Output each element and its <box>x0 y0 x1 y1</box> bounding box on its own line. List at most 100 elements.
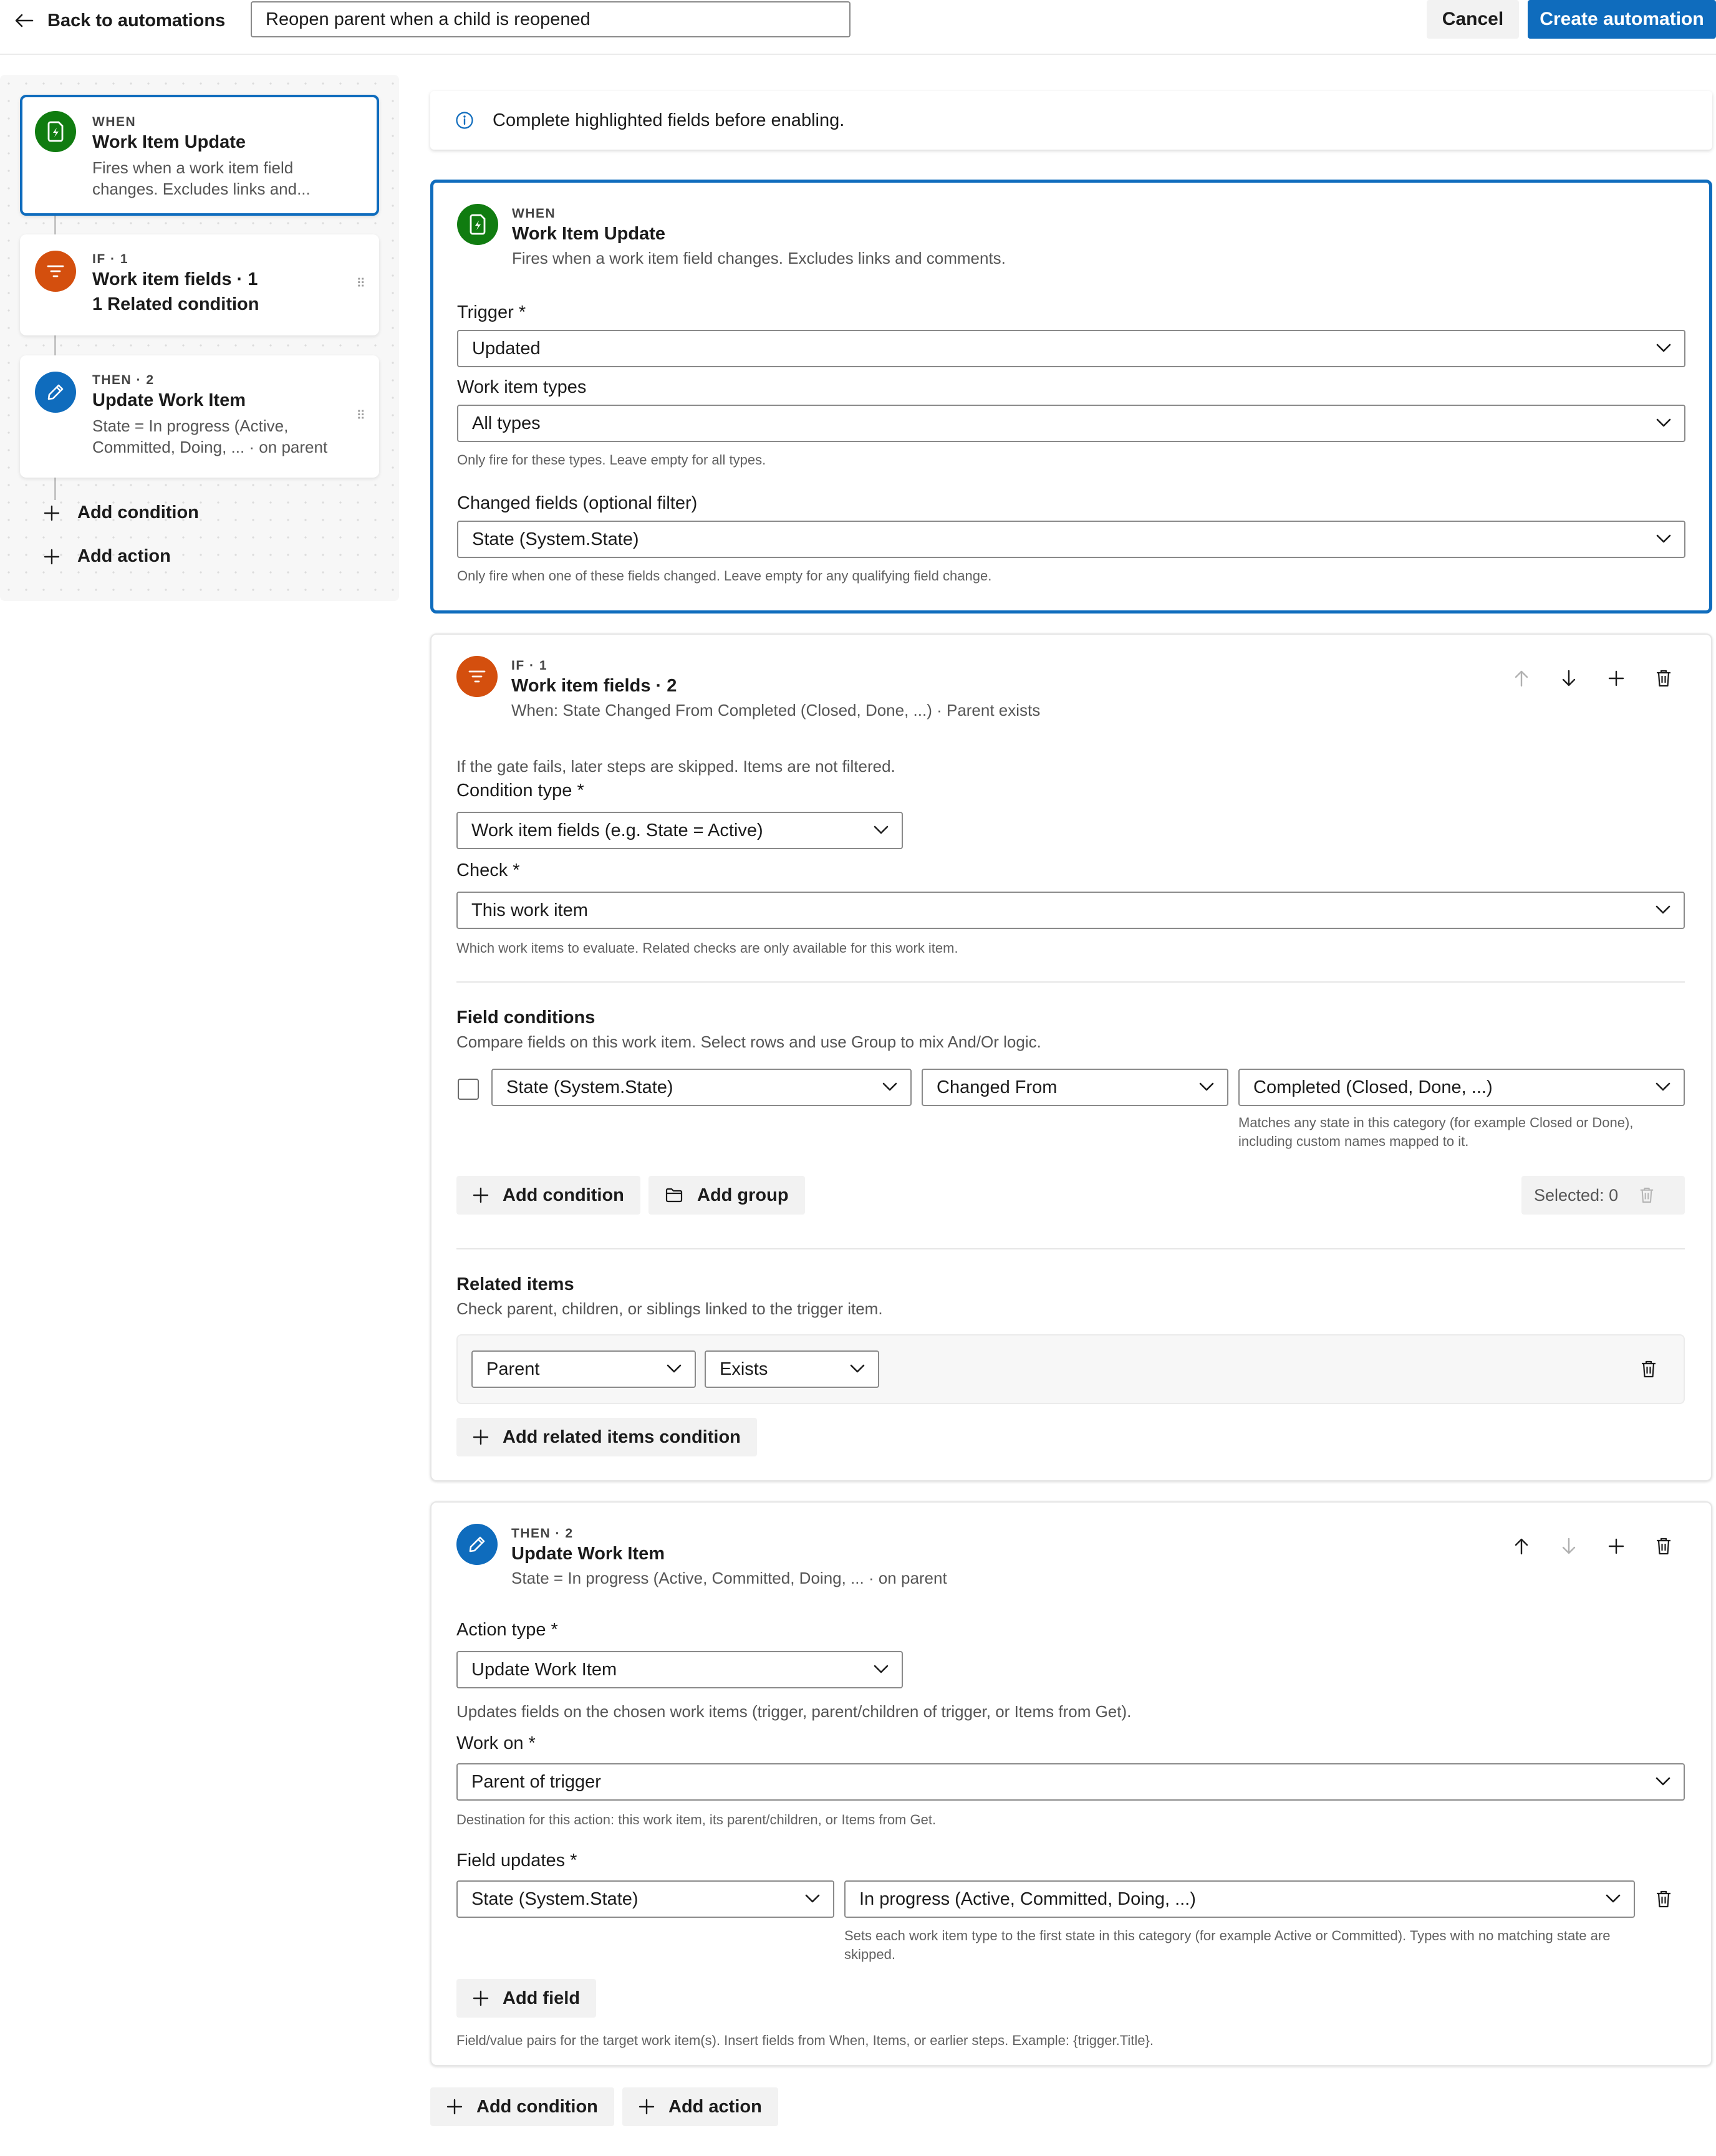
move-down-icon[interactable] <box>1555 1533 1583 1560</box>
back-to-automations-link[interactable]: Back to automations <box>15 6 225 35</box>
trigger-select[interactable]: Updated <box>457 330 1685 367</box>
check-label: Check * <box>456 860 520 880</box>
work-on-select[interactable]: Parent of trigger <box>456 1763 1685 1801</box>
chevron-down-icon <box>1656 417 1672 428</box>
check-select[interactable]: This work item <box>456 892 1685 929</box>
delete-icon[interactable] <box>1650 665 1677 692</box>
add-step-icon[interactable] <box>1603 665 1630 692</box>
relation-select[interactable]: Parent <box>471 1350 696 1388</box>
changed-fields-select[interactable]: State (System.State) <box>457 521 1685 558</box>
step-subtitle: 1 Related condition <box>92 294 259 314</box>
step-kicker: IF · 1 <box>92 252 129 266</box>
plus-icon <box>446 2099 463 2115</box>
selected-label: Selected: 0 <box>1534 1185 1619 1205</box>
field-conditions-desc: Compare fields on this work item. Select… <box>456 1032 1041 1051</box>
sidebar-step-when[interactable]: WHEN Work Item Update Fires when a work … <box>20 95 379 216</box>
action-type-select[interactable]: Update Work Item <box>456 1651 903 1688</box>
card-kicker: WHEN <box>512 206 556 221</box>
condition-operator-select[interactable]: Changed From <box>922 1069 1228 1106</box>
card-title: Work item fields · 2 <box>511 676 677 696</box>
chevron-down-icon <box>849 1363 865 1374</box>
move-up-icon[interactable] <box>1508 665 1535 692</box>
add-step-icon[interactable] <box>1603 1533 1630 1560</box>
condition-value-select[interactable]: Completed (Closed, Done, ...) <box>1238 1069 1685 1106</box>
add-condition-label: Add condition <box>503 1185 624 1205</box>
condition-type-value: Work item fields (e.g. State = Active) <box>471 820 763 840</box>
card-subtitle: Fires when a work item field changes. Ex… <box>512 249 1006 267</box>
delete-icon[interactable] <box>1635 1355 1662 1383</box>
plus-icon <box>473 1990 489 2006</box>
bottom-add-condition-button[interactable]: Add condition <box>430 2087 614 2126</box>
add-related-label: Add related items condition <box>503 1427 741 1447</box>
divider <box>456 1248 1685 1249</box>
notice-text: Complete highlighted fields before enabl… <box>493 110 845 130</box>
delete-icon[interactable] <box>1650 1885 1677 1913</box>
cancel-button[interactable]: Cancel <box>1427 0 1519 39</box>
then-card[interactable]: THEN · 2 Update Work Item State = In pro… <box>430 1501 1712 2066</box>
condition-field-select[interactable]: State (System.State) <box>491 1069 912 1106</box>
chevron-down-icon <box>804 1893 821 1904</box>
drag-handle-icon[interactable]: ⠿ <box>356 408 365 423</box>
arrow-left-icon <box>15 14 34 27</box>
chevron-down-icon <box>666 1363 682 1374</box>
steps-sidebar: WHEN Work Item Update Fires when a work … <box>0 75 399 601</box>
delete-selected-icon[interactable] <box>1639 1186 1654 1204</box>
sidebar-add-condition-button[interactable]: Add condition <box>44 503 199 523</box>
move-down-icon[interactable] <box>1555 665 1583 692</box>
step-connector <box>54 478 56 500</box>
pencil-icon <box>456 1524 498 1565</box>
plus-icon <box>44 549 60 565</box>
field-update-value-select[interactable]: In progress (Active, Committed, Doing, .… <box>844 1880 1635 1918</box>
field-update-field-value: State (System.State) <box>471 1889 639 1909</box>
relation-check-select[interactable]: Exists <box>705 1350 879 1388</box>
changed-fields-help: Only fire when one of these fields chang… <box>457 568 992 584</box>
card-kicker: IF · 1 <box>511 658 548 673</box>
check-value: This work item <box>471 900 588 920</box>
plus-icon <box>639 2099 655 2115</box>
drag-handle-icon[interactable]: ⠿ <box>356 276 365 291</box>
chevron-down-icon <box>873 824 889 835</box>
when-card[interactable]: WHEN Work Item Update Fires when a work … <box>430 180 1712 614</box>
field-update-field-select[interactable]: State (System.State) <box>456 1880 834 1918</box>
chevron-down-icon <box>1655 1776 1671 1787</box>
condition-row-checkbox[interactable] <box>458 1079 479 1100</box>
add-action-label: Add action <box>668 2096 762 2117</box>
work-item-types-label: Work item types <box>457 377 587 397</box>
add-group-label: Add group <box>697 1185 789 1205</box>
step-subtitle: State = In progress (Active, Committed, … <box>92 416 328 456</box>
plus-icon <box>473 1429 489 1445</box>
create-automation-button[interactable]: Create automation <box>1528 0 1716 39</box>
sidebar-add-action-button[interactable]: Add action <box>44 546 171 567</box>
action-type-desc: Updates fields on the chosen work items … <box>456 1702 1132 1721</box>
condition-type-select[interactable]: Work item fields (e.g. State = Active) <box>456 812 903 849</box>
add-group-button[interactable]: Add group <box>648 1176 805 1215</box>
filter-icon <box>456 656 498 697</box>
folder-icon <box>665 1187 683 1203</box>
move-up-icon[interactable] <box>1508 1533 1535 1560</box>
card-subtitle: State = In progress (Active, Committed, … <box>511 1569 947 1587</box>
sidebar-step-if[interactable]: IF · 1 Work item fields · 1 1 Related co… <box>20 234 379 335</box>
gate-note: If the gate fails, later steps are skipp… <box>456 757 895 776</box>
sidebar-step-then[interactable]: THEN · 2 Update Work Item State = In pro… <box>20 355 379 478</box>
if-card[interactable]: IF · 1 Work item fields · 2 When: State … <box>430 633 1712 1481</box>
work-item-types-help: Only fire for these types. Leave empty f… <box>457 452 766 468</box>
work-item-types-select[interactable]: All types <box>457 405 1685 442</box>
card-title: Work Item Update <box>512 224 666 244</box>
notice-banner: Complete highlighted fields before enabl… <box>430 91 1712 150</box>
add-field-button[interactable]: Add field <box>456 1979 597 2018</box>
add-related-items-condition-button[interactable]: Add related items condition <box>456 1418 757 1456</box>
changed-fields-label: Changed fields (optional filter) <box>457 493 698 513</box>
check-help: Which work items to evaluate. Related ch… <box>456 940 958 956</box>
automation-name-input[interactable] <box>251 1 851 37</box>
step-subtitle: Fires when a work item field changes. Ex… <box>92 158 311 198</box>
delete-icon[interactable] <box>1650 1533 1677 1560</box>
chevron-down-icon <box>1656 533 1672 544</box>
add-condition-label: Add condition <box>476 2096 598 2117</box>
bottom-add-action-button[interactable]: Add action <box>622 2087 778 2126</box>
chevron-down-icon <box>1655 1081 1671 1092</box>
plus-icon <box>473 1187 489 1203</box>
add-action-label: Add action <box>77 546 171 566</box>
related-items-desc: Check parent, children, or siblings link… <box>456 1299 883 1318</box>
field-updates-label: Field updates * <box>456 1850 577 1870</box>
add-condition-button[interactable]: Add condition <box>456 1176 640 1215</box>
